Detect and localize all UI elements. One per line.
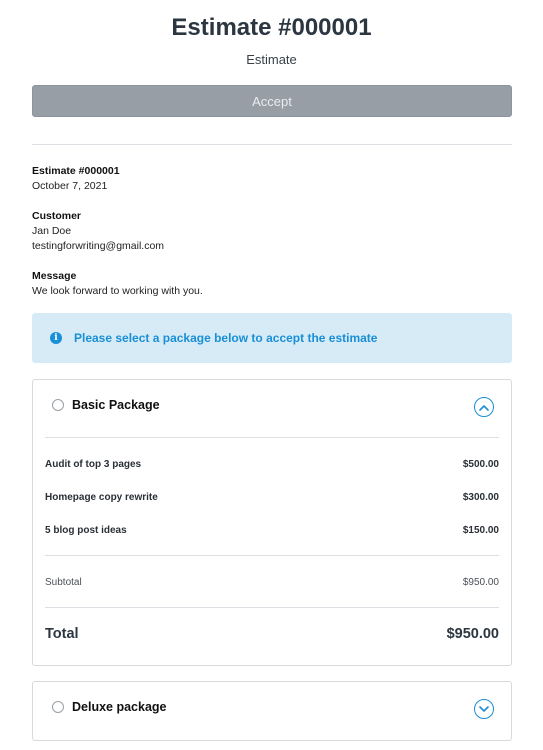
customer-email: testingforwriting@gmail.com: [32, 240, 165, 252]
estimate-info: Estimate #000001 October 7, 2021: [32, 164, 120, 194]
select-package-alert: i Please select a package below to accep…: [32, 313, 512, 363]
estimate-number-label: Estimate #000001: [32, 165, 120, 177]
line-item-amount: $300.00: [462, 492, 499, 503]
subtotal-row: Subtotal $950.00: [45, 577, 499, 588]
divider: [45, 607, 499, 608]
package-radio-deluxe[interactable]: [52, 701, 64, 713]
page-subtitle: Estimate: [246, 52, 297, 67]
line-item: Audit of top 3 pages $500.00: [45, 459, 499, 470]
chevron-down-icon[interactable]: [474, 699, 494, 719]
package-name: Basic Package: [72, 398, 160, 412]
estimate-date: October 7, 2021: [32, 180, 108, 192]
package-header-basic[interactable]: Basic Package: [33, 380, 511, 436]
message-label: Message: [32, 270, 77, 282]
info-icon: i: [50, 332, 62, 344]
accept-button[interactable]: Accept: [32, 85, 512, 117]
line-item-amount: $500.00: [462, 459, 499, 470]
line-item: Homepage copy rewrite $300.00: [45, 492, 499, 503]
line-item-label: Homepage copy rewrite: [45, 492, 158, 503]
subtotal-label: Subtotal: [45, 577, 82, 588]
alert-text: Please select a package below to accept …: [74, 331, 378, 345]
customer-name: Jan Doe: [32, 225, 72, 237]
chevron-up-icon[interactable]: [474, 397, 494, 417]
total-row: Total $950.00: [45, 626, 499, 642]
message-info: Message We look forward to working with …: [32, 269, 203, 299]
divider: [32, 144, 512, 145]
line-item-amount: $150.00: [462, 525, 499, 536]
line-item: 5 blog post ideas $150.00: [45, 525, 499, 536]
package-radio-basic[interactable]: [52, 399, 64, 411]
message-text: We look forward to working with you.: [32, 285, 203, 297]
total-label: Total: [45, 626, 79, 642]
line-item-label: 5 blog post ideas: [45, 525, 127, 536]
divider: [45, 555, 499, 556]
package-card-basic: Basic Package Audit of top 3 pages $500.…: [32, 379, 512, 666]
package-header-deluxe[interactable]: Deluxe package: [33, 682, 511, 740]
page-title: Estimate #000001: [171, 14, 372, 41]
customer-label: Customer: [32, 210, 82, 222]
package-name: Deluxe package: [72, 700, 167, 714]
line-item-label: Audit of top 3 pages: [45, 459, 142, 470]
subtotal-amount: $950.00: [462, 577, 499, 588]
customer-info: Customer Jan Doe testingforwriting@gmail…: [32, 209, 164, 254]
divider: [45, 437, 499, 438]
total-amount: $950.00: [446, 626, 499, 642]
package-card-deluxe: Deluxe package: [32, 681, 512, 741]
